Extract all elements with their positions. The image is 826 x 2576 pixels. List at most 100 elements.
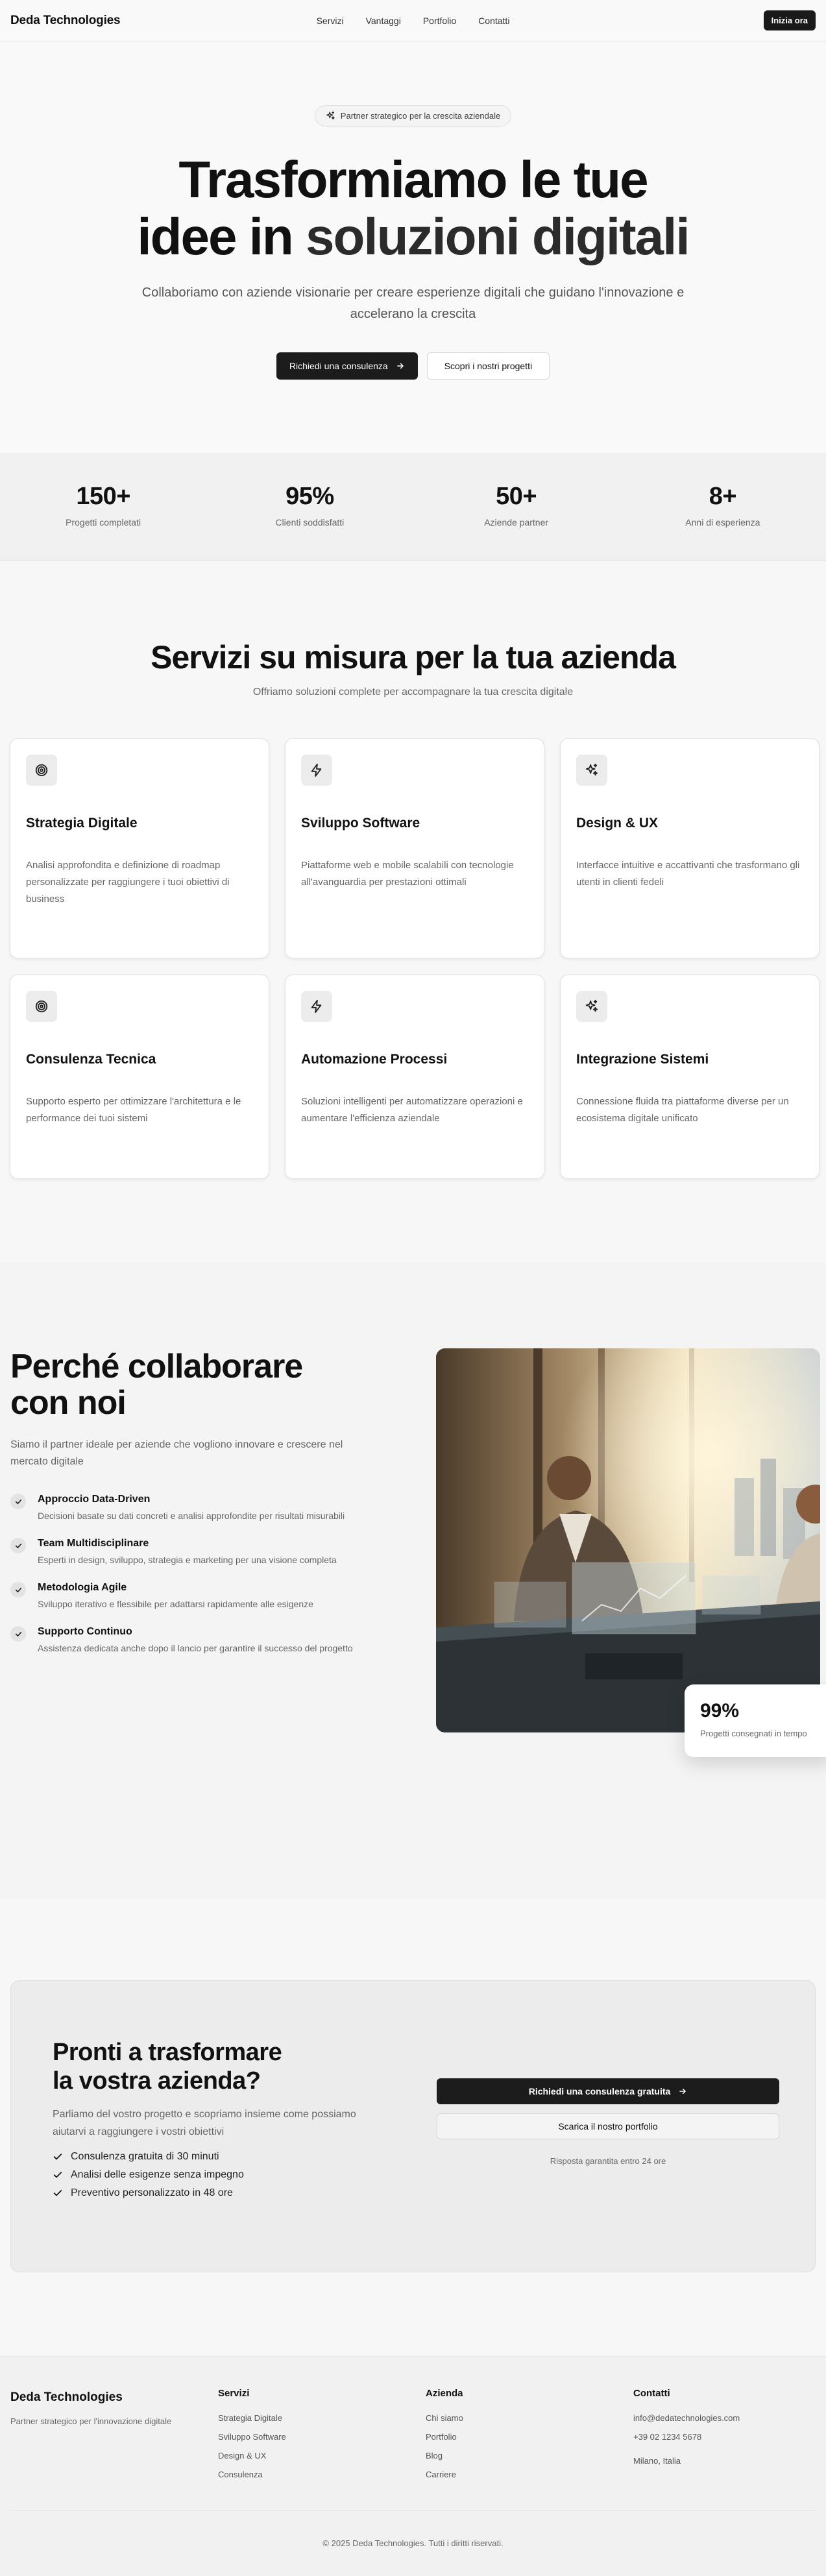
service-card[interactable]: Automazione Processi Soluzioni intellige… bbox=[285, 975, 544, 1179]
footer-link[interactable]: Sviluppo Software bbox=[218, 2432, 286, 2442]
hero-pill-text: Partner strategico per la crescita azien… bbox=[340, 111, 501, 121]
on-time-badge: 99% Progetti consegnati in tempo bbox=[685, 1684, 826, 1757]
target-icon bbox=[35, 1000, 48, 1013]
badge-label: Progetti consegnati in tempo bbox=[700, 1729, 807, 1738]
service-card-title: Integrazione Sistemi bbox=[576, 1052, 709, 1067]
sparkles-icon bbox=[585, 999, 598, 1012]
services-grid: Strategia Digitale Analisi approfondita … bbox=[0, 738, 826, 1179]
footer-link[interactable]: Carriere bbox=[426, 2470, 463, 2479]
service-card-title: Sviluppo Software bbox=[301, 816, 420, 831]
hero-title-accent: soluzioni digitali bbox=[305, 208, 690, 265]
footer-link[interactable]: Design & UX bbox=[218, 2451, 286, 2461]
service-card[interactable]: Strategia Digitale Analisi approfondita … bbox=[10, 738, 269, 958]
footer-heading: Contatti bbox=[633, 2388, 670, 2399]
benefit-item: Consulenza gratuita di 30 minuti bbox=[53, 2151, 390, 2163]
hero-title-line1: Trasformiamo le tue bbox=[178, 151, 648, 208]
card-icon-box bbox=[26, 755, 57, 786]
footer-address: Milano, Italia bbox=[633, 2456, 681, 2466]
feature-item: Supporto Continuo Assistenza dedicata an… bbox=[10, 1626, 374, 1653]
services-title: Servizi su misura per la tua azienda bbox=[151, 639, 676, 675]
check-icon bbox=[10, 1626, 26, 1642]
card-icon-box bbox=[301, 991, 332, 1022]
footer-email-link[interactable]: info@dedatechnologies.com bbox=[633, 2413, 740, 2423]
copyright: © 2025 Deda Technologies. Tutti i diritt… bbox=[322, 2538, 504, 2548]
footer: Deda Technologies Partner strategico per… bbox=[0, 2356, 826, 2576]
footer-link[interactable]: Strategia Digitale bbox=[218, 2413, 286, 2423]
brand-logo[interactable]: Deda Technologies bbox=[10, 14, 121, 28]
service-card-title: Design & UX bbox=[576, 816, 659, 831]
service-card[interactable]: Integrazione Sistemi Connessione fluida … bbox=[560, 975, 820, 1179]
free-consultation-button[interactable]: Richiedi una consulenza gratuita bbox=[437, 2078, 779, 2104]
service-card-title: Consulenza Tecnica bbox=[26, 1052, 156, 1067]
stat-item: 8+ Anni di esperienza bbox=[620, 454, 826, 560]
service-card-desc: Connessione fluida tra piattaforme diver… bbox=[576, 1096, 789, 1124]
feature-desc: Esperti in design, sviluppo, strategia e… bbox=[38, 1555, 337, 1565]
check-icon bbox=[10, 1582, 26, 1598]
benefit-text: Preventivo personalizzato in 48 ore bbox=[71, 2187, 233, 2198]
feature-desc: Decisioni basate su dati concreti e anal… bbox=[38, 1511, 345, 1521]
check-icon bbox=[53, 2172, 62, 2178]
nav-link-servizi[interactable]: Servizi bbox=[317, 16, 344, 26]
request-consultation-button[interactable]: Richiedi una consulenza bbox=[276, 352, 418, 380]
bolt-icon bbox=[311, 763, 322, 777]
stat-label: Anni di esperienza bbox=[685, 517, 760, 528]
download-portfolio-button[interactable]: Scarica il nostro portfolio bbox=[437, 2113, 779, 2139]
discover-projects-button[interactable]: Scopri i nostri progetti bbox=[426, 352, 550, 380]
service-card[interactable]: Consulenza Tecnica Supporto esperto per … bbox=[10, 975, 269, 1179]
service-card-desc: Soluzioni intelligenti per automatizzare… bbox=[301, 1096, 523, 1124]
hero-title-line2a: idee in bbox=[137, 208, 306, 265]
service-card-desc: Supporto esperto per ottimizzare l'archi… bbox=[26, 1096, 241, 1124]
check-icon bbox=[10, 1538, 26, 1553]
stat-item: 150+ Progetti completati bbox=[0, 454, 206, 560]
feature-desc: Sviluppo iterativo e flessibile per adat… bbox=[38, 1599, 313, 1609]
feature-item: Metodologia Agile Sviluppo iterativo e f… bbox=[10, 1582, 374, 1609]
card-icon-box bbox=[576, 755, 607, 786]
footer-link[interactable]: Consulenza bbox=[218, 2470, 286, 2479]
why-subtitle: Siamo il partner ideale per aziende che … bbox=[10, 1439, 343, 1467]
footer-link[interactable]: Blog bbox=[426, 2451, 463, 2461]
meeting-illustration bbox=[436, 1348, 820, 1732]
stats-section: 150+ Progetti completati 95% Clienti sod… bbox=[0, 454, 826, 561]
stat-value: 95% bbox=[285, 483, 334, 510]
sparkles-icon bbox=[585, 763, 598, 776]
footer-contact-col: Contatti info@dedatechnologies.com +39 0… bbox=[633, 2388, 740, 2466]
benefit-text: Consulenza gratuita di 30 minuti bbox=[71, 2151, 219, 2162]
benefit-item: Analisi delle esigenze senza impegno bbox=[53, 2169, 390, 2181]
feature-title: Supporto Continuo bbox=[38, 1626, 132, 1637]
start-now-button[interactable]: Inizia ora bbox=[763, 10, 816, 30]
stat-value: 50+ bbox=[496, 483, 537, 510]
request-consultation-label: Richiedi una consulenza bbox=[289, 361, 388, 371]
cta-panel: Pronti a trasformare la vostra azienda? … bbox=[10, 1980, 816, 2272]
nav-link-contatti[interactable]: Contatti bbox=[478, 16, 509, 26]
footer-heading: Servizi bbox=[218, 2388, 250, 2399]
why-title: Perché collaborare con noi bbox=[10, 1348, 374, 1421]
card-icon-box bbox=[576, 991, 607, 1022]
feature-item: Approccio Data-Driven Decisioni basate s… bbox=[10, 1494, 374, 1521]
benefit-text: Analisi delle esigenze senza impegno bbox=[71, 2169, 244, 2180]
cta-title-line1: Pronti a trasformare bbox=[53, 2039, 282, 2066]
footer-link[interactable]: Portfolio bbox=[426, 2432, 463, 2442]
stat-value: 8+ bbox=[709, 483, 737, 510]
check-icon bbox=[53, 2154, 62, 2160]
footer-services-col: Servizi Strategia Digitale Sviluppo Soft… bbox=[218, 2388, 286, 2479]
nav-link-portfolio[interactable]: Portfolio bbox=[423, 16, 456, 26]
footer-heading: Azienda bbox=[426, 2388, 463, 2399]
why-title-line1: Perché collaborare bbox=[10, 1348, 303, 1385]
arrow-right-icon bbox=[396, 363, 404, 369]
cta-actions: Richiedi una consulenza gratuita Scarica… bbox=[437, 2078, 779, 2166]
stat-label: Progetti completati bbox=[66, 517, 141, 528]
nav-link-vantaggi[interactable]: Vantaggi bbox=[366, 16, 401, 26]
feature-title: Approccio Data-Driven bbox=[38, 1494, 151, 1505]
hero-pill: Partner strategico per la crescita azien… bbox=[314, 105, 512, 127]
team-meeting-image bbox=[436, 1348, 820, 1732]
service-card[interactable]: Sviluppo Software Piattaforme web e mobi… bbox=[285, 738, 544, 958]
feature-title: Metodologia Agile bbox=[38, 1582, 127, 1593]
footer-tagline: Partner strategico per l'innovazione dig… bbox=[10, 2416, 172, 2426]
why-section: Perché collaborare con noi Siamo il part… bbox=[0, 1263, 826, 1899]
footer-phone-link[interactable]: +39 02 1234 5678 bbox=[633, 2432, 740, 2442]
hero-actions: Richiedi una consulenza Scopri i nostri … bbox=[0, 352, 826, 380]
service-card[interactable]: Design & UX Interfacce intuitive e accat… bbox=[560, 738, 820, 958]
footer-company-col: Azienda Chi siamo Portfolio Blog Carrier… bbox=[426, 2388, 463, 2479]
footer-link[interactable]: Chi siamo bbox=[426, 2413, 463, 2423]
feature-item: Team Multidisciplinare Esperti in design… bbox=[10, 1538, 374, 1565]
